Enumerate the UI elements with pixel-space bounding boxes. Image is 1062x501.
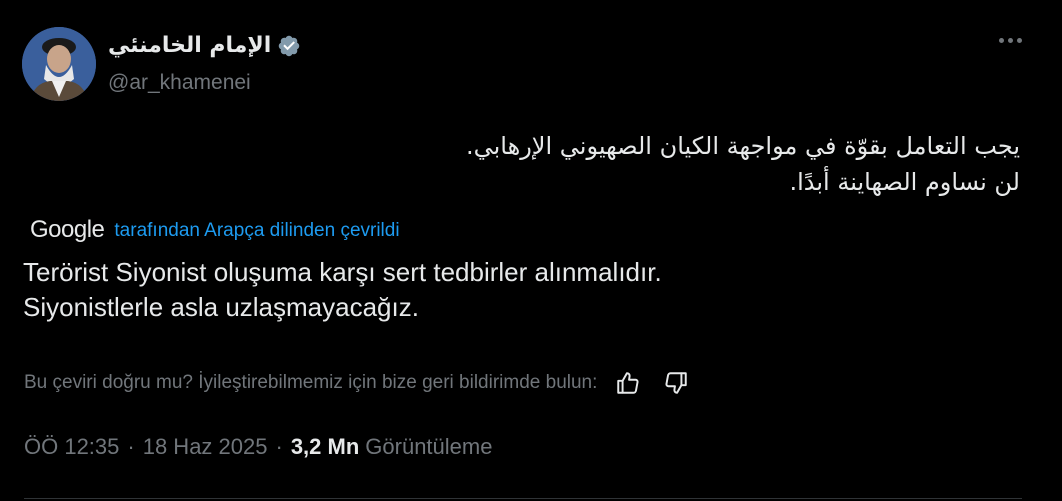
more-dot: [1008, 38, 1013, 43]
translation-attribution: Google tarafından Arapça dilinden çevril…: [30, 216, 400, 244]
tweet-translated-text: Terörist Siyonist oluşuma karşı sert ted…: [23, 255, 662, 325]
tweet-time[interactable]: ÖÖ 12:35: [24, 434, 119, 460]
tweet-meta: ÖÖ 12:35 · 18 Haz 2025 · 3,2 Mn Görüntül…: [24, 434, 492, 460]
thumbs-down-icon[interactable]: [663, 370, 689, 396]
author-display-name[interactable]: الإمام الخامنئي: [108, 32, 271, 60]
tweet-translated-line: Siyonistlerle asla uzlaşmayacağız.: [23, 292, 419, 322]
feedback-prompt: Bu çeviri doğru mu? İyileştirebilmemiz i…: [24, 372, 598, 393]
avatar-image: [22, 27, 96, 101]
tweet-original-line: يجب التعامل بقوّة في مواجهة الكيان الصهي…: [465, 132, 1020, 160]
views-label: Görüntüleme: [365, 434, 493, 459]
tweet-original-text: يجب التعامل بقوّة في مواجهة الكيان الصهي…: [120, 128, 1020, 200]
avatar[interactable]: [22, 27, 96, 101]
google-logo: Google: [30, 216, 105, 243]
tweet-translated-line: Terörist Siyonist oluşuma karşı sert ted…: [23, 257, 662, 287]
tweet-original-line: لن نساوم الصهاينة أبدًا.: [789, 168, 1020, 196]
meta-separator: ·: [127, 434, 135, 459]
views-count: 3,2 Mn: [290, 434, 360, 459]
author-handle[interactable]: @ar_khamenei: [108, 71, 251, 95]
meta-separator: ·: [275, 434, 283, 459]
more-dot: [1017, 38, 1022, 43]
thumbs-up-icon[interactable]: [615, 370, 641, 396]
more-horizontal-icon[interactable]: [999, 38, 1022, 43]
more-dot: [999, 38, 1004, 43]
translated-by-link[interactable]: tarafından Arapça dilinden çevrildi: [114, 220, 399, 242]
translation-feedback: Bu çeviri doğru mu? İyileştirebilmemiz i…: [24, 370, 689, 396]
author-name-row: الإمام الخامنئي: [108, 32, 301, 60]
verified-badge-icon[interactable]: [277, 34, 301, 58]
tweet-date[interactable]: 18 Haz 2025: [143, 434, 268, 460]
divider: [24, 498, 1022, 499]
